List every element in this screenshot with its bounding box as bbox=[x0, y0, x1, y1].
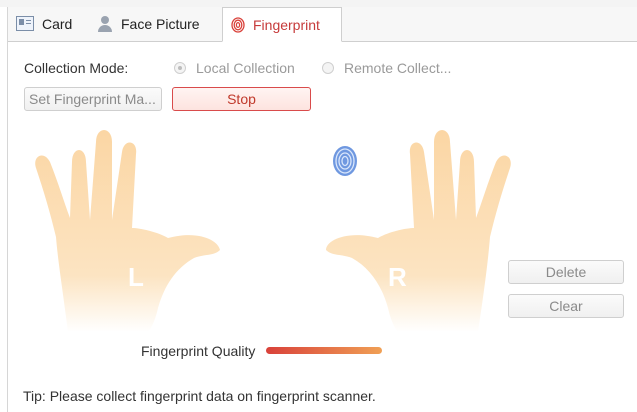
left-hand bbox=[35, 130, 221, 332]
card-icon bbox=[16, 16, 34, 31]
tab-fingerprint[interactable]: Fingerprint bbox=[222, 7, 342, 42]
fingerprint-icon bbox=[231, 16, 245, 33]
tab-fingerprint-label: Fingerprint bbox=[253, 16, 320, 33]
clear-button[interactable]: Clear bbox=[508, 294, 624, 318]
fingerprint-quality-label: Fingerprint Quality bbox=[141, 343, 256, 359]
tip-text: Tip: Please collect fingerprint data on … bbox=[23, 388, 376, 404]
top-strip bbox=[0, 0, 637, 7]
hands-illustration bbox=[35, 130, 511, 332]
tab-card-label: Card bbox=[42, 15, 73, 32]
fingerprint-content: Collection Mode: Local Collection Remote… bbox=[8, 42, 637, 412]
fingerprint-quality-bar bbox=[266, 347, 382, 354]
fingerprint-marker-icon[interactable] bbox=[333, 146, 357, 176]
tab-face-picture[interactable]: Face Picture bbox=[89, 7, 220, 40]
person-icon bbox=[97, 15, 113, 32]
fingerprint-panel: Card Face Picture Fingerprint Collection… bbox=[0, 0, 637, 412]
right-hand-label: R bbox=[388, 262, 407, 292]
tab-bar: Card Face Picture Fingerprint bbox=[8, 7, 637, 42]
left-hand-label: L bbox=[128, 262, 144, 292]
tab-card[interactable]: Card bbox=[8, 7, 83, 40]
tab-face-picture-label: Face Picture bbox=[121, 15, 200, 32]
delete-button[interactable]: Delete bbox=[508, 260, 624, 284]
